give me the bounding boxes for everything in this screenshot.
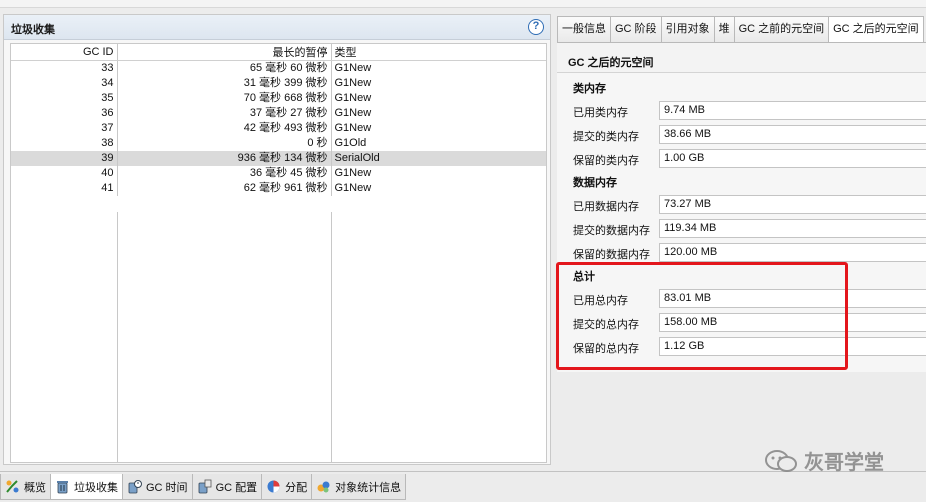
cell-max-pause: 62 毫秒 961 微秒 — [117, 181, 332, 196]
field-value[interactable]: 73.27 MB — [659, 195, 926, 214]
bottom-tab-label: 分配 — [285, 481, 308, 494]
tab-3[interactable]: 堆 — [713, 16, 735, 42]
highlight-annotation — [556, 262, 848, 370]
panel-title: 垃圾收集 — [11, 24, 55, 36]
bottom-tab-5[interactable]: 对象统计信息 — [311, 474, 407, 500]
cell-type: SerialOld — [331, 151, 546, 166]
table-empty-area — [11, 212, 546, 462]
cell-type: G1New — [334, 122, 372, 134]
bottom-tab-3[interactable]: GC 配置 — [191, 474, 263, 500]
bottom-tab-label: GC 配置 — [215, 481, 258, 494]
table-row[interactable]: 40 36 毫秒 45 微秒 G1New — [11, 166, 546, 181]
cell-max-pause: 65 毫秒 60 微秒 — [117, 60, 332, 76]
cell-gc-id: 37 — [11, 121, 118, 136]
trash-icon — [55, 479, 70, 494]
cell-gc-id: 36 — [11, 106, 118, 121]
column-header-max-pause[interactable]: 最长的暂停 — [117, 44, 332, 61]
table-row[interactable]: 35 70 毫秒 668 微秒 G1New — [11, 91, 546, 106]
field-label: 提交的数据内存 — [573, 225, 650, 237]
field-value[interactable]: 119.34 MB — [659, 219, 926, 238]
cell-max-pause: 37 毫秒 27 微秒 — [117, 106, 332, 121]
bottom-tab-2[interactable]: GC 时间 — [122, 474, 193, 500]
cell-gc-id: 39 — [11, 151, 118, 166]
field-label: 保留的数据内存 — [573, 249, 650, 261]
cell-max-pause: 936 毫秒 134 微秒 — [117, 151, 332, 166]
bottom-tab-label: GC 时间 — [146, 481, 188, 494]
pie-icon — [266, 479, 281, 494]
bottom-tab-bar: 概览 垃圾收集 GC 时间 GC 配置 分配 对象统计信息 — [0, 471, 926, 502]
table-row[interactable]: 37 42 毫秒 493 微秒 G1New — [11, 121, 546, 136]
bottom-tab-0[interactable]: 概览 — [0, 474, 51, 500]
cell-type: G1New — [334, 107, 372, 119]
field-label: 已用数据内存 — [573, 201, 639, 213]
field-label: 保留的类内存 — [573, 155, 639, 167]
tab-0[interactable]: 一般信息 — [557, 16, 611, 42]
field-label: 提交的类内存 — [573, 131, 639, 143]
tab-4[interactable]: GC 之前的元空间 — [733, 16, 830, 42]
tab-2[interactable]: 引用对象 — [660, 16, 715, 42]
gc-list-panel: 垃圾收集 ? GC ID 最长的暂停 类型 33 65 毫秒 60 微秒 G1New… — [3, 14, 551, 465]
section-title: 类内存 — [573, 83, 606, 95]
column-header-type[interactable]: 类型 — [331, 44, 546, 61]
bottom-tab-label: 概览 — [24, 481, 46, 494]
column-header-gc-id[interactable]: GC ID — [11, 44, 118, 61]
overview-icon — [5, 479, 20, 494]
cell-type: G1New — [334, 167, 372, 179]
field-value[interactable]: 120.00 MB — [659, 243, 926, 262]
table-row[interactable]: 33 65 毫秒 60 微秒 G1New — [11, 60, 546, 76]
gc-config-icon — [197, 479, 212, 494]
top-strip — [0, 0, 926, 8]
bottom-tab-4[interactable]: 分配 — [261, 474, 313, 500]
table-row[interactable]: 39 936 毫秒 134 微秒 SerialOld — [11, 151, 546, 166]
field-value[interactable]: 9.74 MB — [659, 101, 926, 120]
cell-gc-id: 41 — [11, 181, 118, 196]
cell-type: G1New — [334, 77, 372, 89]
gc-table[interactable]: GC ID 最长的暂停 类型 33 65 毫秒 60 微秒 G1New 34 31 毫秒… — [10, 43, 547, 463]
help-icon[interactable]: ? — [528, 19, 544, 35]
panel-header: GC 之后的元空间 — [557, 43, 926, 73]
bottom-tab-label: 对象统计信息 — [335, 481, 402, 494]
cell-max-pause: 31 毫秒 399 微秒 — [117, 76, 332, 91]
gc-time-icon — [127, 479, 142, 494]
cell-max-pause: 70 毫秒 668 微秒 — [117, 91, 332, 106]
detail-tabs: 一般信息 GC 阶段 引用对象堆 GC 之前的元空间 GC 之后的元空间 — [557, 16, 924, 43]
watermark-text: 灰哥学堂 — [804, 452, 884, 474]
cell-max-pause: 0 秒 — [117, 136, 332, 151]
wechat-icon — [765, 449, 797, 472]
panel-title: GC 之后的元空间 — [568, 57, 654, 69]
table-header-row: GC ID 最长的暂停 类型 — [11, 44, 546, 61]
watermark: 灰哥学堂 — [764, 446, 884, 475]
cell-type: G1Old — [334, 137, 367, 149]
cell-gc-id: 40 — [11, 166, 118, 181]
cell-gc-id: 38 — [11, 136, 118, 151]
table-row[interactable]: 38 0 秒 G1Old — [11, 136, 546, 151]
field-value[interactable]: 38.66 MB — [659, 125, 926, 144]
cell-type: G1New — [334, 182, 372, 194]
table-row[interactable]: 34 31 毫秒 399 微秒 G1New — [11, 76, 546, 91]
section-title: 数据内存 — [573, 177, 617, 189]
cell-gc-id: 35 — [11, 91, 118, 106]
tab-5[interactable]: GC 之后的元空间 — [828, 16, 924, 43]
bottom-tab-label: 垃圾收集 — [74, 481, 118, 494]
field-value[interactable]: 1.00 GB — [659, 149, 926, 168]
objects-icon — [316, 479, 331, 494]
cell-type: G1New — [334, 92, 372, 104]
table-row[interactable]: 41 62 毫秒 961 微秒 G1New — [11, 181, 546, 196]
cell-gc-id: 34 — [11, 76, 118, 91]
table-row[interactable]: 36 37 毫秒 27 微秒 G1New — [11, 106, 546, 121]
cell-gc-id: 33 — [11, 60, 118, 76]
cell-max-pause: 36 毫秒 45 微秒 — [117, 166, 332, 181]
bottom-tab-1[interactable]: 垃圾收集 — [50, 474, 123, 500]
cell-max-pause: 42 毫秒 493 微秒 — [117, 121, 332, 136]
cell-type: G1New — [334, 62, 372, 74]
panel-header: 垃圾收集 ? — [4, 15, 550, 40]
field-label: 已用类内存 — [573, 107, 628, 119]
tab-1[interactable]: GC 阶段 — [610, 16, 662, 42]
